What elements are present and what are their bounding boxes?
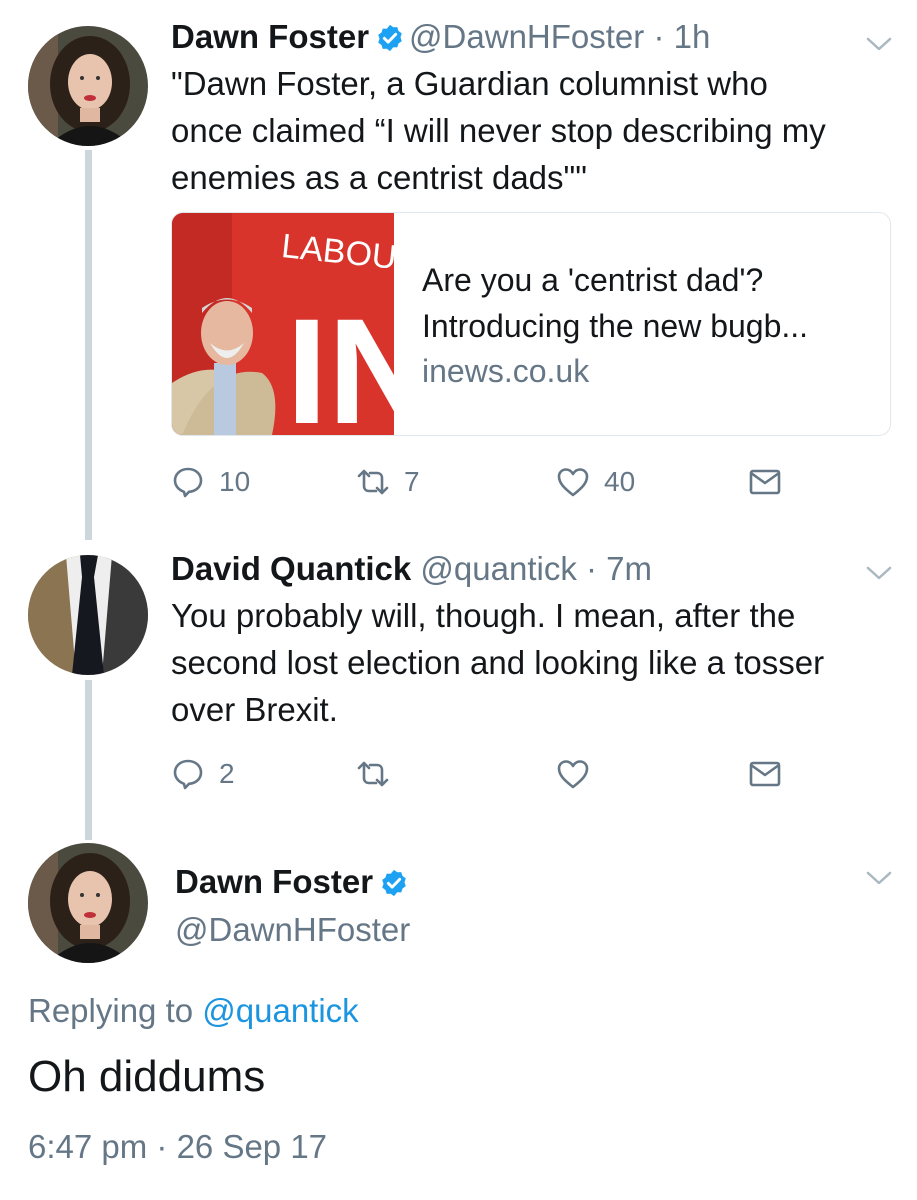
main-author-handle: @DawnHFoster [175, 910, 410, 950]
card-image: LABOUR IN [172, 213, 394, 435]
reply-button[interactable]: 2 [171, 757, 235, 791]
replying-to-label: Replying to [28, 992, 203, 1029]
author-name[interactable]: Dawn Foster [175, 863, 373, 900]
svg-text:IN: IN [286, 287, 394, 435]
retweet-icon [356, 757, 390, 791]
avatar-david-quantick[interactable] [28, 555, 148, 675]
tweet-text-line: You probably will, though. I mean, after… [171, 597, 796, 634]
card-title-line: Introducing the new bugb... [422, 308, 809, 344]
card-title-line: Are you a 'centrist dad'? [422, 262, 764, 298]
reply-count: 2 [219, 758, 235, 789]
replying-to-mention[interactable]: @quantick [202, 992, 358, 1029]
separator: · [653, 18, 665, 55]
reply-count: 10 [219, 466, 251, 497]
verified-badge-icon [379, 868, 409, 898]
chevron-down-icon[interactable] [866, 36, 892, 52]
reply-button[interactable]: 10 [171, 465, 250, 499]
main-tweet-text: Oh diddums [28, 1052, 266, 1101]
card-title: Are you a 'centrist dad'? Introducing th… [422, 257, 872, 349]
reply-icon [171, 757, 205, 791]
tweet-text: You probably will, though. I mean, after… [171, 592, 824, 733]
tweet-time[interactable]: 7m [606, 550, 652, 587]
verified-badge-icon [375, 23, 405, 53]
main-author: Dawn Foster [175, 862, 413, 902]
chevron-down-icon[interactable] [866, 870, 892, 886]
author-name[interactable]: David Quantick [171, 550, 411, 587]
like-count: 40 [604, 466, 636, 497]
thread-line [85, 680, 92, 840]
retweet-button[interactable]: 7 [356, 465, 420, 499]
card-domain: inews.co.uk [422, 353, 590, 389]
replying-to: Replying to @quantick [28, 992, 359, 1030]
author-handle[interactable]: @quantick [420, 550, 576, 587]
tweet-text-line: second lost election and looking like a … [171, 644, 825, 681]
tweet-header: Dawn Foster @DawnHFoster · 1h [171, 17, 710, 57]
like-button[interactable]: 40 [556, 465, 635, 499]
avatar-dawn-foster[interactable] [28, 26, 148, 146]
tweet-timestamp[interactable]: 6:47 pm · 26 Sep 17 [28, 1128, 327, 1166]
chevron-down-icon[interactable] [866, 565, 892, 581]
avatar-dawn-foster[interactable] [28, 843, 148, 963]
author-handle[interactable]: @DawnHFoster [409, 18, 644, 55]
link-card[interactable]: LABOUR IN Are you a 'centrist dad'? Intr… [171, 212, 891, 436]
retweet-button[interactable] [356, 757, 404, 791]
like-button[interactable] [556, 757, 604, 791]
reply-icon [171, 465, 205, 499]
author-handle[interactable]: @DawnHFoster [175, 911, 410, 948]
envelope-icon [748, 757, 782, 791]
tweet-text-line: over Brexit. [171, 691, 338, 728]
envelope-icon [748, 465, 782, 499]
retweet-icon [356, 465, 390, 499]
tweet-text-line: enemies as a centrist dads"" [171, 159, 587, 196]
tweet-time[interactable]: 1h [674, 18, 711, 55]
author-name[interactable]: Dawn Foster [171, 18, 369, 55]
tweet-text-line: "Dawn Foster, a Guardian columnist who [171, 65, 768, 102]
dm-button[interactable] [748, 465, 796, 499]
retweet-count: 7 [404, 466, 420, 497]
tweet-text-line: once claimed “I will never stop describi… [171, 112, 826, 149]
tweet-header: David Quantick @quantick · 7m [171, 549, 652, 589]
dm-button[interactable] [748, 757, 796, 791]
tweet-text: "Dawn Foster, a Guardian columnist who o… [171, 60, 826, 201]
separator: · [586, 550, 597, 587]
heart-icon [556, 757, 590, 791]
heart-icon [556, 465, 590, 499]
thread-line [85, 150, 92, 540]
